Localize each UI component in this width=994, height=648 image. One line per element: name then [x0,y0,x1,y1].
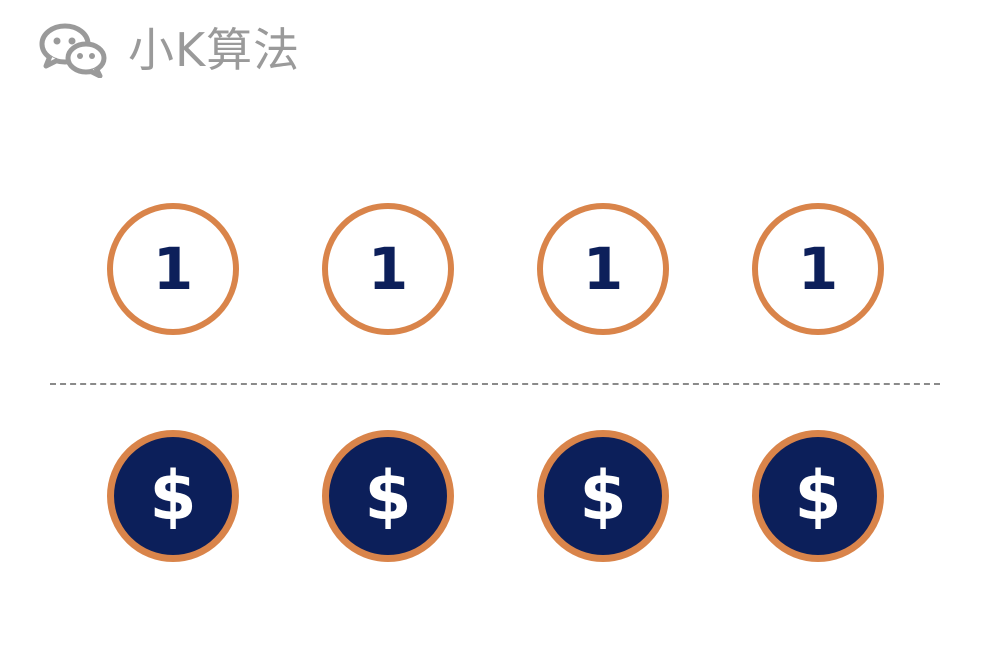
dashed-divider [50,383,940,385]
number-label: 1 [152,235,194,303]
dollar-coin-icon: $ [322,430,454,562]
dollar-coin-icon: $ [537,430,669,562]
dollar-coin-icon: $ [107,430,239,562]
dollar-coin-icon: $ [752,430,884,562]
brand-header: 小K算法 [38,20,300,80]
coin-row: $ $ $ $ [0,430,994,562]
dollar-label: $ [579,456,627,536]
dollar-label: $ [794,456,842,536]
number-circle: 1 [752,203,884,335]
dollar-label: $ [149,456,197,536]
number-circle: 1 [322,203,454,335]
number-label: 1 [367,235,409,303]
number-label: 1 [582,235,624,303]
dollar-label: $ [364,456,412,536]
brand-name: 小K算法 [128,23,301,77]
number-circle: 1 [107,203,239,335]
number-label: 1 [797,235,839,303]
number-circle: 1 [537,203,669,335]
wechat-icon [39,23,107,78]
number-row: 1 1 1 1 [0,203,994,335]
